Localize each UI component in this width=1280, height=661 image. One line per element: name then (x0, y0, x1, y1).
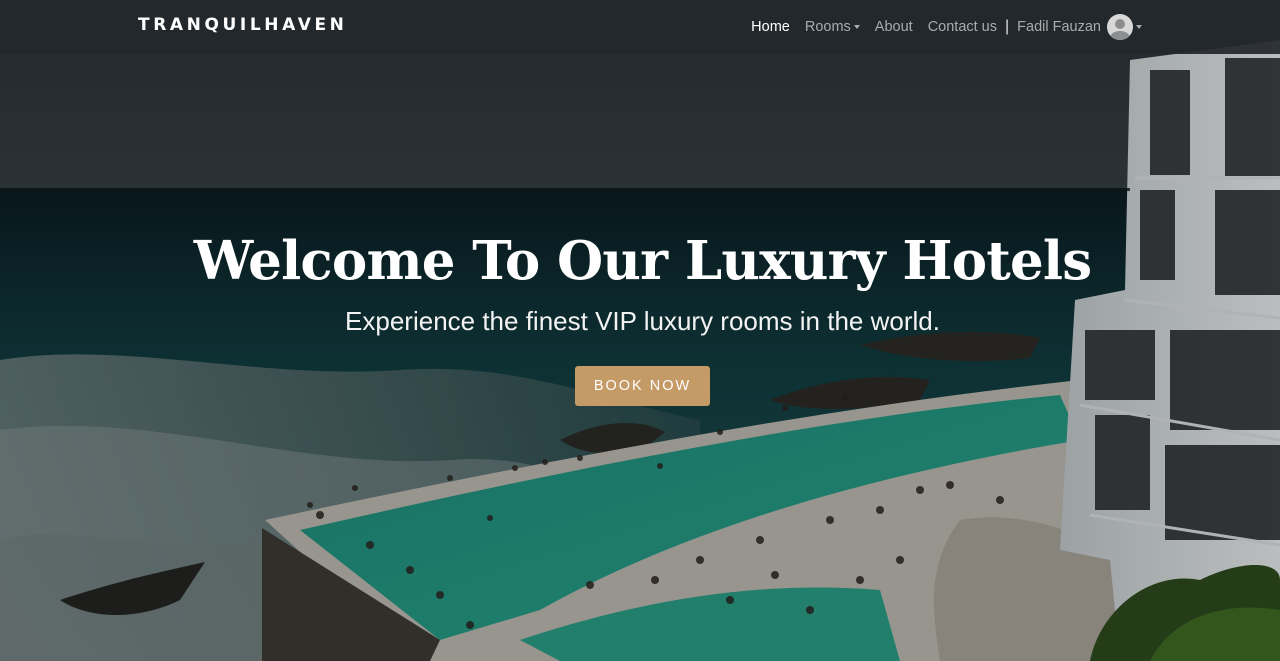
nav-separator: | (1005, 18, 1010, 35)
brand-logo[interactable]: TRANQUILHAVEN (138, 15, 348, 35)
hero-title: Welcome To Our Luxury Hotels (193, 230, 1092, 292)
hero-content: Welcome To Our Luxury Hotels Experience … (0, 226, 1280, 406)
book-now-button[interactable]: BOOK NOW (574, 366, 711, 406)
chevron-down-icon (1136, 25, 1142, 29)
user-avatar-icon (1107, 14, 1133, 40)
nav-menu: Home Rooms About Contact us | Fadil Fauz… (736, 0, 1142, 54)
nav-link-about[interactable]: About (875, 19, 913, 35)
nav-link-contact[interactable]: Contact us (928, 19, 997, 35)
top-navbar: TRANQUILHAVEN Home Rooms About Contact u… (0, 0, 1280, 54)
hero-section: TRANQUILHAVEN Home Rooms About Contact u… (0, 0, 1280, 661)
user-menu-toggle[interactable]: Fadil Fauzan (1017, 14, 1142, 40)
hero-subtitle: Experience the finest VIP luxury rooms i… (345, 306, 940, 336)
user-name: Fadil Fauzan (1017, 19, 1101, 35)
nav-link-home[interactable]: Home (751, 19, 790, 35)
nav-link-rooms[interactable]: Rooms (805, 19, 860, 35)
nav-link-rooms-label: Rooms (804, 19, 851, 35)
chevron-down-icon (853, 25, 860, 30)
